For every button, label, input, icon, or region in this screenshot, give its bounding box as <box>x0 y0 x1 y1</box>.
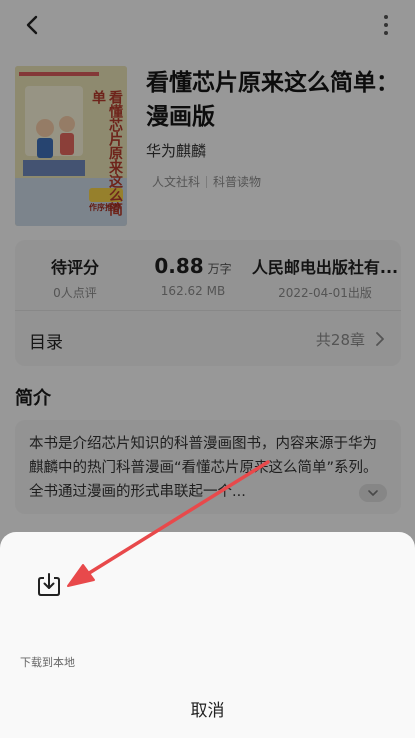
download-icon <box>38 573 60 596</box>
action-bottom-sheet: 下载到本地 取消 <box>0 532 415 738</box>
download-to-local-button[interactable]: 下载到本地 <box>16 562 82 669</box>
cancel-button[interactable]: 取消 <box>0 682 415 732</box>
cancel-label: 取消 <box>190 701 225 721</box>
download-label: 下载到本地 <box>20 656 75 669</box>
